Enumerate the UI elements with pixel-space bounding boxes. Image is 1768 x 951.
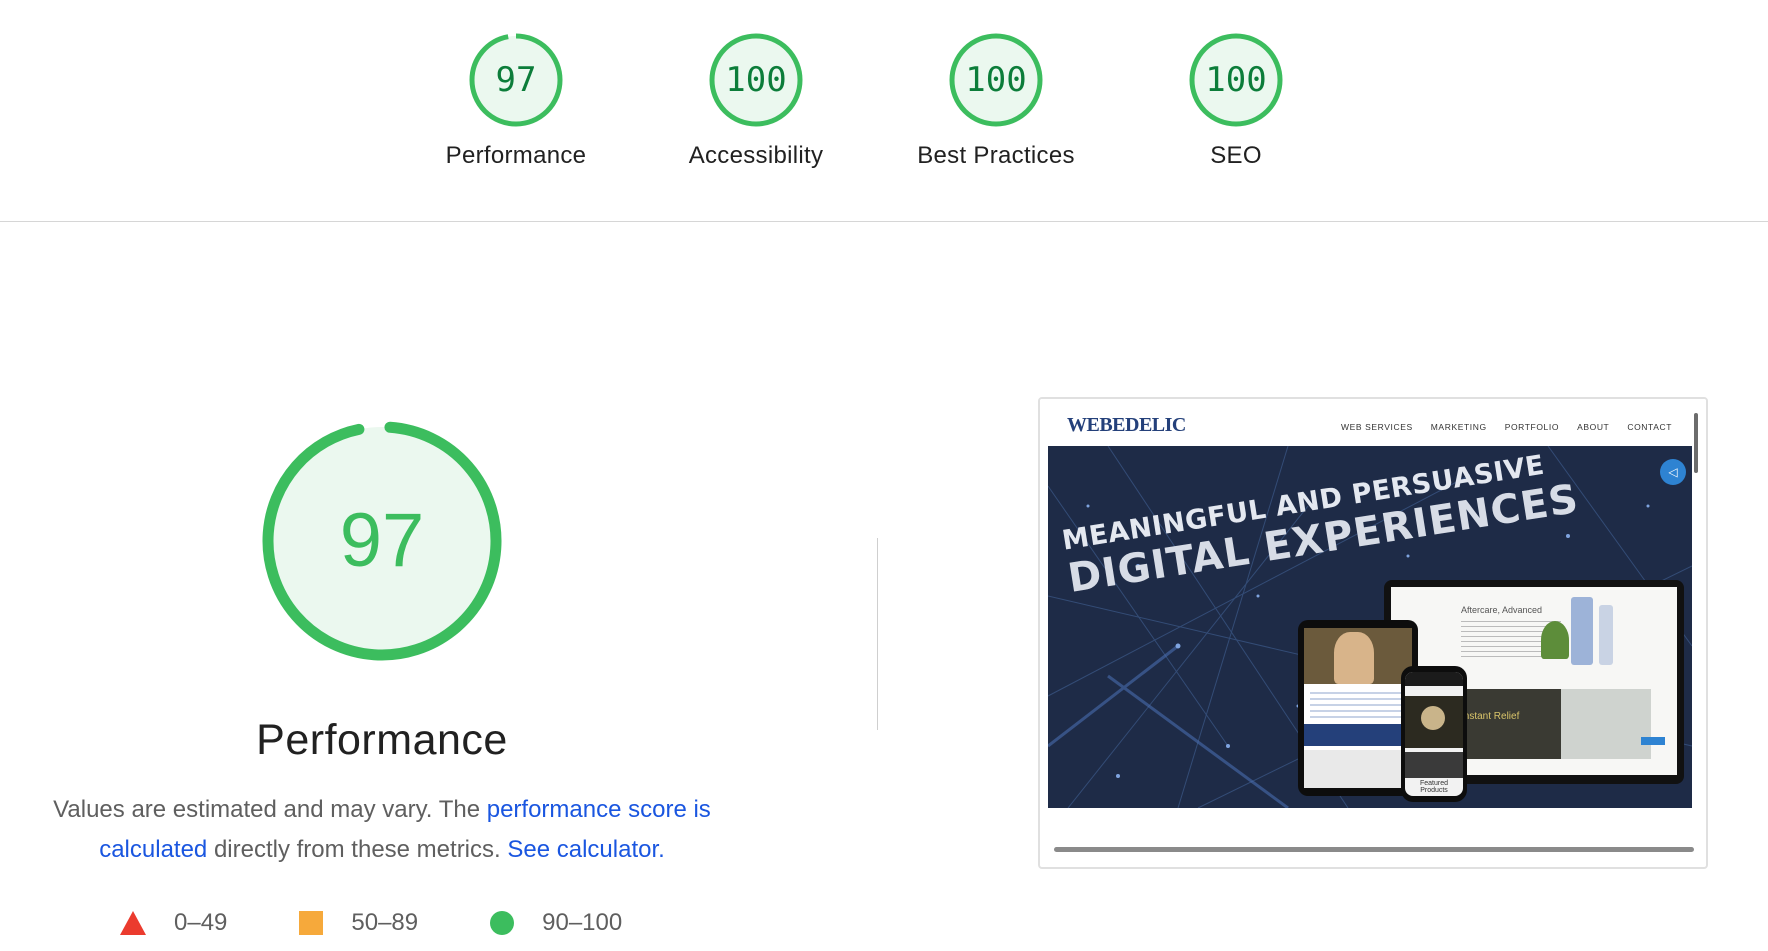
score-legend: 0–49 50–89 90–100 [120, 905, 694, 941]
blue-band [1304, 724, 1412, 746]
legend-average: 50–89 [299, 909, 418, 937]
desc-text: Values are estimated and may vary. The [53, 796, 487, 823]
see-calculator-link[interactable]: See calculator. [507, 836, 664, 863]
gauge-ring: 97 [468, 32, 564, 128]
phone-mockup: Featured Products [1401, 666, 1467, 802]
desc-text: directly from these metrics. [207, 836, 508, 863]
final-screenshot-preview[interactable]: WEBEDELIC WEB SERVICES MARKETING PORTFOL… [1038, 397, 1708, 869]
laptop-subheading: Instant Relief [1461, 711, 1520, 722]
site-menu-item: PORTFOLIO [1504, 422, 1560, 432]
gauge-label: SEO [1210, 142, 1262, 169]
gauge-score: 97 [495, 60, 537, 100]
triangle-icon [120, 911, 146, 935]
site-menu-item: CONTACT [1627, 422, 1672, 432]
text-lines [1310, 692, 1406, 718]
product-bottle [1599, 605, 1613, 665]
gauge-ring: 100 [1188, 32, 1284, 128]
site-menu: WEB SERVICES MARKETING PORTFOLIO ABOUT C… [1323, 422, 1672, 432]
legend-pass: 90–100 [490, 909, 622, 937]
legend-fail: 0–49 [120, 909, 227, 937]
gauge-ring: 100 [708, 32, 804, 128]
phone-header [1405, 672, 1463, 686]
phone-label: Featured Products [1419, 780, 1449, 794]
tablet-screen [1304, 628, 1412, 788]
cta-button [1641, 737, 1665, 745]
gauge-score: 100 [1205, 60, 1267, 100]
legend-average-label: 50–89 [351, 909, 419, 936]
gauge-ring: 97 [259, 418, 505, 664]
gauge-best-practices[interactable]: 100 Best Practices [886, 32, 1106, 170]
performance-title: Performance [256, 716, 508, 764]
gauge-ring: 100 [948, 32, 1044, 128]
legend-fail-label: 0–49 [174, 909, 228, 936]
gray-band [1304, 750, 1412, 788]
phone-screen: Featured Products [1405, 672, 1463, 796]
gauge-score: 100 [965, 60, 1027, 100]
site-menu-item: MARKETING [1430, 422, 1487, 432]
site-header: WEBEDELIC WEB SERVICES MARKETING PORTFOL… [1040, 399, 1706, 449]
tablet-mockup [1298, 620, 1418, 796]
site-hero: ◁ MEANINGFUL AND PERSUASIVE DIGITAL EXPE… [1048, 446, 1692, 808]
gauge-label: Best Practices [917, 142, 1075, 169]
gauge-accessibility[interactable]: 100 Accessibility [646, 32, 866, 170]
site-menu-item: ABOUT [1577, 422, 1610, 432]
site-menu-item: WEB SERVICES [1340, 422, 1413, 432]
laptop-heading: Aftercare, Advanced [1461, 605, 1543, 615]
performance-gauge-large: 97 Performance [232, 418, 532, 765]
scores-summary: 97 Performance 100 Accessibility 100 Bes… [0, 0, 1768, 222]
texture-image [1561, 689, 1651, 759]
portrait-face [1334, 632, 1374, 684]
performance-score: 97 [339, 498, 425, 583]
product-bottle [1571, 597, 1593, 665]
phone-product [1421, 706, 1445, 730]
gauge-label: Performance [445, 142, 587, 169]
gauge-performance[interactable]: 97 Performance [406, 32, 626, 170]
circle-icon [490, 911, 515, 935]
square-icon [299, 911, 324, 935]
performance-description: Values are estimated and may vary. The p… [22, 790, 742, 870]
gauge-label: Accessibility [688, 142, 824, 169]
divider [877, 538, 878, 730]
sound-icon[interactable]: ◁ [1660, 459, 1686, 485]
horizontal-scrollbar[interactable] [1054, 847, 1694, 852]
phone-band [1405, 752, 1463, 778]
vertical-scrollbar[interactable] [1694, 413, 1698, 473]
legend-pass-label: 90–100 [542, 909, 623, 936]
gauge-seo[interactable]: 100 SEO [1126, 32, 1346, 170]
site-logo: WEBEDELIC [1067, 414, 1186, 436]
gauge-score: 100 [725, 60, 787, 100]
plant-image [1541, 621, 1569, 659]
